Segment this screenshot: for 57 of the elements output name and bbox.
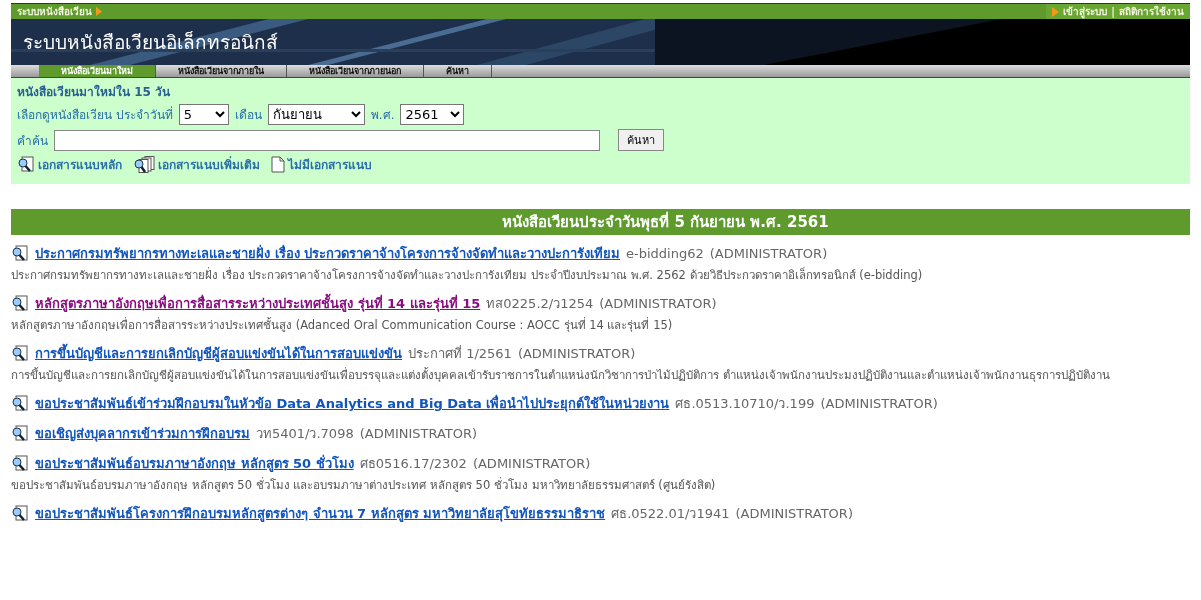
- circular-link[interactable]: ขอประชาสัมพันธ์อบรมภาษาอังกฤษ หลักสูตร 50 ชั่วโมง: [35, 453, 354, 474]
- author-label: (ADMINISTRATOR): [820, 396, 938, 411]
- legend-label: ไม่มีเอกสารแนบ: [288, 157, 372, 174]
- documents-magnifier-icon: [133, 155, 155, 174]
- search-button[interactable]: ค้นหา: [618, 129, 664, 151]
- document-magnifier-icon: [11, 505, 29, 522]
- field-label: เลือกดูหนังสือเวียน ประจำวันที่: [17, 105, 173, 124]
- circular-link[interactable]: ประกาศกรมทรัพยากรทางทะเลและชายฝั่ง เรื่อง ประกวดราคาจ้างโครงการจ้างจัดทำและวางปะการังเทียม: [35, 243, 621, 264]
- chevron-icon: [96, 7, 102, 16]
- nav-tab[interactable]: หนังสือเวียนจากภายใน: [156, 65, 287, 77]
- nav-tab[interactable]: หนังสือเวียนจากภายนอก: [287, 65, 424, 77]
- author-label: (ADMINISTRATOR): [735, 506, 853, 521]
- reference-number: ศธ.0513.10710/ว.199: [675, 395, 815, 413]
- circular-description: ประกาศกรมทรัพยากรทางทะเลและชายฝั่ง เรื่อง ประกวดราคาจ้างโครงการจ้างจัดทำและวางปะการังเทียม ประจำปีงบประมาณ พ.ศ. 2562 ด้วยวิธีประกวดราคาอิเล็กทรอนิกส์ (e-bidding): [11, 266, 924, 284]
- field-label: คำค้น: [17, 132, 48, 150]
- blank-document-icon: [271, 156, 285, 173]
- reference-number: e-bidding62: [626, 246, 704, 261]
- banner-title: ระบบหนังสือเวียนอิเล็กทรอนิกส์: [22, 30, 278, 55]
- document-magnifier-icon: [11, 295, 29, 312]
- link-separator: |: [1111, 6, 1115, 17]
- author-label: (ADMINISTRATOR): [709, 246, 828, 261]
- author-label: (ADMINISTRATOR): [472, 456, 591, 471]
- month-select[interactable]: กันยายน: [267, 104, 365, 125]
- chevron-icon: [1052, 6, 1060, 17]
- circular-description: การขึ้นบัญชีและการยกเลิกบัญชีผู้สอบแข่งขันได้ในการสอบแข่งขันเพื่อบรรจุและแต่งตั้งบุคคลเข้ารับราชการในตำแหน่งนักวิชาการป่าไม้ปฏิบัติการ ตำแหน่งเจ้าพนักงานประมงปฏิบัติงานและตำแหน่งเจ้าพนักงานธุรการปฏิบัติงาน: [11, 366, 1111, 384]
- field-label: พ.ศ.: [370, 107, 395, 124]
- reference-number: ทส0225.2/ว1254: [486, 295, 594, 313]
- keyword-field[interactable]: [54, 129, 600, 151]
- field-label: เดือน: [234, 107, 262, 124]
- reference-number: ประกาศที่ 1/2561: [408, 344, 512, 363]
- year-select[interactable]: 2561: [400, 104, 465, 125]
- list-heading: หนังสือเวียนประจำวันพุธที่ 5 กันยายน พ.ศ. 2561: [11, 209, 1190, 235]
- reference-number: ศธ0516.17/2302: [359, 455, 467, 473]
- day-select[interactable]: 5: [178, 104, 229, 125]
- circular-link[interactable]: การขึ้นบัญชีและการยกเลิกบัญชีผู้สอบแข่งขันได้ในการสอบแข่งขัน: [35, 343, 402, 364]
- circular-link[interactable]: หลักสูตรภาษาอังกฤษเพื่อการสื่อสารระหว่างประเทศชั้นสูง รุ่นที่ 14 และรุ่นที่ 15: [35, 293, 481, 314]
- document-magnifier-icon: [11, 395, 29, 412]
- nav-tab[interactable]: ค้นหา: [424, 65, 492, 77]
- circular-description: ขอประชาสัมพันธ์อบรมภาษาอังกฤษ หลักสูตร 50 ชั่วโมง และอบรมภาษาต่างประเทศ หลักสูตร 50 ชั่วโมง มหาวิทยาลัยธรรมศาสตร์ (ศูนย์รังสิต): [11, 476, 717, 494]
- circular-link[interactable]: ขอประชาสัมพันธ์เข้าร่วมฝึกอบรมในหัวข้อ Data Analytics and Big Data เพื่อนำไปประยุกต์ใช้ในหน่วยงาน: [35, 393, 670, 414]
- circular-link[interactable]: ขอประชาสัมพันธ์โครงการฝึกอบรมหลักสูตรต่างๆ จำนวน 7 หลักสูตร มหาวิทยาลัยสุโขทัยธรรมาธิราช: [35, 503, 606, 524]
- document-magnifier-icon: [11, 455, 29, 472]
- panel-heading: หนังสือเวียนมาใหม่ใน 15 วัน: [17, 83, 172, 101]
- legend-label: เอกสารแนบหลัก: [38, 157, 122, 174]
- reference-number: ศธ.0522.01/ว1941: [611, 505, 730, 523]
- site-title: ระบบหนังสือเวียน: [17, 5, 92, 19]
- author-label: (ADMINISTRATOR): [359, 426, 478, 441]
- author-label: (ADMINISTRATOR): [517, 346, 636, 361]
- author-label: (ADMINISTRATOR): [599, 296, 717, 311]
- document-magnifier-icon: [11, 425, 29, 442]
- document-magnifier-icon: [11, 245, 29, 262]
- document-magnifier-icon: [17, 156, 35, 173]
- document-magnifier-icon: [11, 345, 29, 362]
- legend-label: เอกสารแนบเพิ่มเติม: [158, 155, 260, 174]
- reference-number: วท5401/ว.7098: [256, 425, 354, 443]
- circular-description: หลักสูตรภาษาอังกฤษเพื่อการสื่อสารระหว่างประเทศชั้นสูง (Adanced Oral Communication Course : AOCC รุ่นที่ 14 และรุ่นที่ 15): [11, 316, 674, 334]
- circular-link[interactable]: ขอเชิญส่งบุคลากรเข้าร่วมการฝึกอบรม: [35, 423, 250, 444]
